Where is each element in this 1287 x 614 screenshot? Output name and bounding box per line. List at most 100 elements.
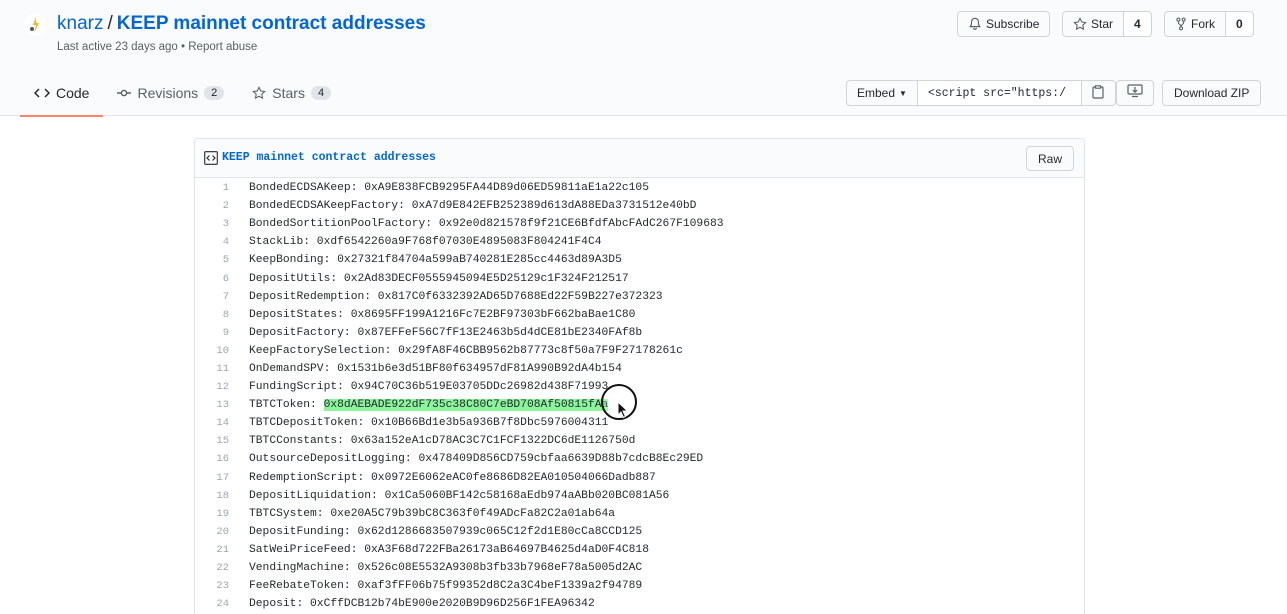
line-content: DepositFunding: 0x62d1286683507939c065C1…: [249, 525, 643, 538]
download-zip-button[interactable]: Download ZIP: [1162, 80, 1262, 106]
line-number[interactable]: 20: [195, 526, 241, 538]
embed-select[interactable]: Embed ▼: [846, 80, 918, 106]
user-avatar-icon: [30, 17, 39, 33]
selected-text[interactable]: 0x8dAEBADE922dF735c38C80C7eBD708Af50815f…: [323, 399, 609, 412]
page-title: knarz / KEEP mainnet contract addresses: [57, 13, 426, 35]
mouse-pointer-icon: [617, 401, 629, 419]
code-line: 7 DepositRedemption: 0x817C0f6332392AD65D…: [195, 288, 1084, 306]
tab-revisions-label: Revisions: [137, 85, 199, 101]
line-content: VendingMachine: 0x526c08E5532A9308b3fb33…: [249, 562, 643, 575]
line-number[interactable]: 4: [195, 236, 241, 248]
line-content: DepositLiquidation: 0x1Ca5060BF142c58168…: [249, 489, 670, 502]
line-number[interactable]: 13: [195, 399, 241, 411]
owner-link[interactable]: knarz: [57, 13, 103, 34]
tab-revisions[interactable]: Revisions 2: [103, 70, 238, 116]
code-icon: [34, 87, 50, 99]
subscribe-button[interactable]: Subscribe: [957, 11, 1051, 37]
line-number[interactable]: 1: [195, 182, 241, 194]
code-line: 1 BondedECDSAKeep: 0xA9E838FCB9295FA44D89…: [195, 179, 1084, 197]
line-number[interactable]: 8: [195, 309, 241, 321]
gist-name-link[interactable]: KEEP mainnet contract addresses: [117, 13, 426, 34]
commit-icon: [117, 87, 132, 99]
line-number[interactable]: 16: [195, 453, 241, 465]
line-content: BondedSortitionPoolFactory: 0x92e0d82157…: [249, 218, 724, 231]
line-content: BondedECDSAKeep: 0xA9E838FCB9295FA44D89d…: [249, 182, 649, 195]
line-number[interactable]: 12: [195, 381, 241, 393]
code-line: 8 DepositStates: 0x8695FF199A1216Fc7E2BF9…: [195, 306, 1084, 324]
code-line: 5 KeepBonding: 0x27321f84704a599aB740281E…: [195, 251, 1084, 269]
code-line: 6 DepositUtils: 0x2Ad83DECF0555945094E5D2…: [195, 269, 1084, 287]
embed-group: Embed ▼ <script src="https:/: [846, 80, 1116, 106]
copy-embed-button[interactable]: [1081, 80, 1116, 106]
line-content: BondedECDSAKeepFactory: 0xA7d9E842EFB252…: [249, 200, 697, 213]
line-number[interactable]: 19: [195, 508, 241, 520]
revisions-count-badge: 2: [204, 86, 225, 100]
fork-count[interactable]: 0: [1225, 12, 1253, 36]
code-line: 19 TBTCSystem: 0xe20A5C79b39bC8C363f0f49A…: [195, 505, 1084, 523]
avatar[interactable]: [24, 14, 46, 36]
tab-stars[interactable]: Stars 4: [238, 70, 345, 116]
raw-button[interactable]: Raw: [1025, 146, 1074, 171]
line-content: FundingScript: 0x94C70C36b519E03705DDc26…: [249, 381, 609, 394]
code-line: 21 SatWeiPriceFeed: 0xA3F68d722FBa26173aB…: [195, 541, 1084, 559]
file-box: KEEP mainnet contract addresses Raw 1 Bon…: [194, 138, 1085, 614]
line-content: OutsourceDepositLogging: 0x478409D856CD7…: [249, 453, 704, 466]
line-number[interactable]: 11: [195, 363, 241, 375]
line-number[interactable]: 22: [195, 562, 241, 574]
line-number[interactable]: 5: [195, 254, 241, 266]
code-line: 18 DepositLiquidation: 0x1Ca5060BF142c581…: [195, 487, 1084, 505]
star-count[interactable]: 4: [1123, 12, 1151, 36]
code-line: 24 Deposit: 0xCffDCB12b74bE900e2020B9D96D…: [195, 595, 1084, 613]
code-line: 9 DepositFactory: 0x87EFFeF56C7fF13E2463b…: [195, 324, 1084, 342]
line-number[interactable]: 21: [195, 544, 241, 556]
line-content: TBTCSystem: 0xe20A5C79b39bC8C363f0f49ADc…: [249, 507, 616, 520]
fork-button[interactable]: Fork 0: [1164, 11, 1254, 37]
title-separator: /: [107, 13, 113, 34]
code-line: 22 VendingMachine: 0x526c08E5532A9308b3fb…: [195, 559, 1084, 577]
tab-code-label: Code: [56, 85, 90, 101]
gist-meta: Last active 23 days ago • Report abuse: [57, 41, 258, 53]
line-number[interactable]: 17: [195, 472, 241, 484]
code-line: 16 OutsourceDepositLogging: 0x478409D856C…: [195, 450, 1084, 468]
line-number[interactable]: 15: [195, 435, 241, 447]
fork-label: Fork: [1191, 17, 1215, 31]
tab-code[interactable]: Code: [20, 70, 104, 117]
star-icon: [1073, 17, 1087, 31]
subscribe-label: Subscribe: [986, 17, 1040, 31]
line-content: TBTCDepositToken: 0x10B66Bd1e3b5a936B7f8…: [249, 417, 609, 430]
line-number[interactable]: 6: [195, 273, 241, 285]
line-number[interactable]: 10: [195, 345, 241, 357]
line-content: DepositUtils: 0x2Ad83DECF0555945094E5D25…: [249, 272, 629, 285]
line-content: DepositStates: 0x8695FF199A1216Fc7E2BF97…: [249, 308, 636, 321]
open-desktop-button[interactable]: [1116, 80, 1154, 106]
line-number[interactable]: 9: [195, 327, 241, 339]
line-number[interactable]: 14: [195, 417, 241, 429]
code-line: 11 OnDemandSPV: 0x1531b6e3d51BF80f634957d…: [195, 360, 1084, 378]
embed-code-input[interactable]: <script src="https:/: [917, 80, 1082, 106]
bell-icon: [968, 17, 982, 31]
star-button[interactable]: Star 4: [1062, 11, 1152, 37]
code-line: 4 StackLib: 0xdf6542260a9F768f07030E48950…: [195, 233, 1084, 251]
embed-label: Embed: [857, 86, 896, 100]
line-content: DepositRedemption: 0x817C0f6332392AD65D7…: [249, 290, 663, 303]
line-number[interactable]: 23: [195, 580, 241, 592]
code-line: 20 DepositFunding: 0x62d1286683507939c065…: [195, 523, 1084, 541]
file-name-link[interactable]: KEEP mainnet contract addresses: [222, 151, 436, 164]
file-code-icon: [204, 151, 218, 165]
gist-header: knarz / KEEP mainnet contract addresses La…: [0, 0, 1287, 117]
code-line: 15 TBTCConstants: 0x63a152eA1cD78AC3C7C1F…: [195, 432, 1084, 450]
code-table: 1 BondedECDSAKeep: 0xA9E838FCB9295FA44D89…: [195, 179, 1084, 613]
line-number[interactable]: 2: [195, 200, 241, 212]
line-number[interactable]: 7: [195, 291, 241, 303]
code-line: 13 TBTCToken: 0x8dAEBADE922dF735c38C80C7e…: [195, 396, 1084, 414]
line-number[interactable]: 24: [195, 598, 241, 610]
fork-icon: [1175, 17, 1187, 31]
line-content: RedemptionScript: 0x0972E6062eAC0fe8686D…: [249, 471, 656, 484]
line-number[interactable]: 3: [195, 218, 241, 230]
code-line: 14 TBTCDepositToken: 0x10B66Bd1e3b5a936B7…: [195, 414, 1084, 432]
file-header: KEEP mainnet contract addresses Raw: [195, 139, 1084, 178]
line-content: FeeRebateToken: 0xaf3fFF06b75f99352d8C2a…: [249, 580, 643, 593]
code-line: 23 FeeRebateToken: 0xaf3fFF06b75f99352d8C…: [195, 577, 1084, 595]
clipboard-icon: [1092, 84, 1105, 102]
line-number[interactable]: 18: [195, 490, 241, 502]
